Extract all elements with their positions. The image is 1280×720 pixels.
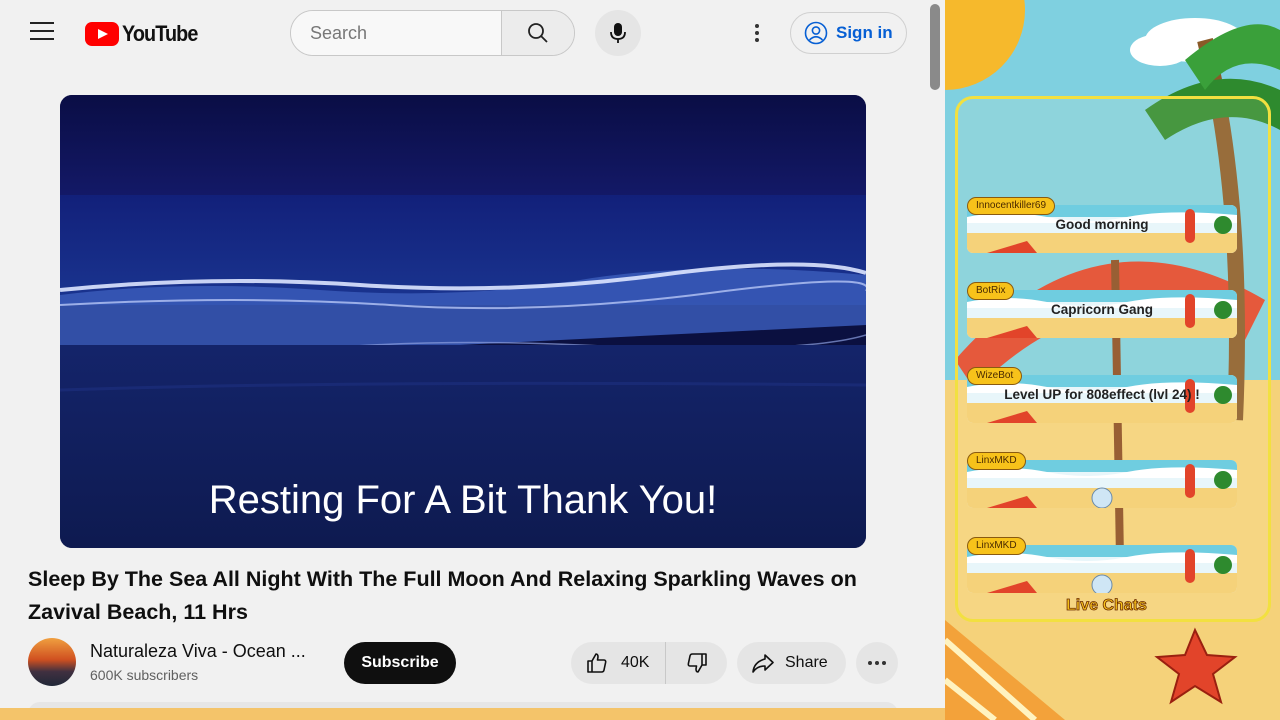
- chat-message: Innocentkiller69 Good morning: [967, 197, 1239, 253]
- subscribe-button[interactable]: Subscribe: [344, 642, 456, 684]
- menu-icon[interactable]: [30, 22, 54, 42]
- account-icon: [804, 21, 828, 45]
- chat-username: LinxMKD: [967, 537, 1026, 555]
- live-chats-label: Live Chats: [1066, 597, 1148, 615]
- sign-in-label: Sign in: [836, 23, 893, 42]
- sign-in-button[interactable]: Sign in: [790, 12, 907, 54]
- like-count: 40K: [621, 654, 650, 671]
- player-caption: Resting For A Bit Thank You!: [208, 478, 718, 522]
- more-horiz-icon[interactable]: [856, 642, 898, 684]
- chat-text: Level UP for 808effect (lvl 24) !: [1004, 387, 1200, 402]
- youtube-logo-icon: [85, 22, 119, 46]
- chat-username: Innocentkiller69: [967, 197, 1056, 215]
- chat-message: WizeBot Level UP for 808effect (lvl 24) …: [967, 367, 1239, 423]
- more-vert-icon[interactable]: [745, 20, 769, 46]
- search-button[interactable]: [501, 11, 574, 55]
- channel-name[interactable]: Naturaleza Viva - Ocean ...: [90, 641, 306, 662]
- voice-search-button[interactable]: [595, 10, 641, 56]
- search-input[interactable]: [291, 11, 501, 55]
- youtube-page: YouTube Sign: [0, 0, 945, 720]
- channel-avatar[interactable]: [28, 638, 76, 686]
- page-scrollbar[interactable]: [930, 4, 940, 90]
- overlay-bottom-strip: [0, 708, 945, 720]
- search-icon: [528, 23, 548, 43]
- logo-text: YouTube: [122, 21, 198, 46]
- chat-text: Capricorn Gang: [1050, 302, 1153, 317]
- share-button[interactable]: Share: [737, 642, 846, 684]
- chat-message: LinxMKD: [967, 452, 1239, 508]
- like-icon: [587, 653, 607, 673]
- dislike-icon: [687, 653, 707, 673]
- like-dislike-group: 40K: [571, 642, 727, 684]
- share-icon: [752, 654, 774, 673]
- like-button[interactable]: 40K: [571, 642, 666, 684]
- mic-icon: [610, 23, 626, 43]
- top-bar: YouTube Sign: [0, 0, 945, 66]
- subscriber-count: 600K subscribers: [90, 667, 199, 683]
- chat-username: LinxMKD: [967, 452, 1026, 470]
- chat-message: BotRix Capricorn Gang: [967, 282, 1239, 338]
- chat-text: Good morning: [1055, 217, 1149, 232]
- chat-message: LinxMKD: [967, 537, 1239, 593]
- dislike-button[interactable]: [666, 642, 727, 684]
- chat-username: WizeBot: [967, 367, 1023, 385]
- search-box: [290, 10, 575, 56]
- youtube-logo[interactable]: YouTube: [85, 21, 206, 47]
- video-title: Sleep By The Sea All Night With The Full…: [28, 567, 857, 624]
- chat-username: BotRix: [967, 282, 1015, 300]
- share-label: Share: [785, 654, 828, 671]
